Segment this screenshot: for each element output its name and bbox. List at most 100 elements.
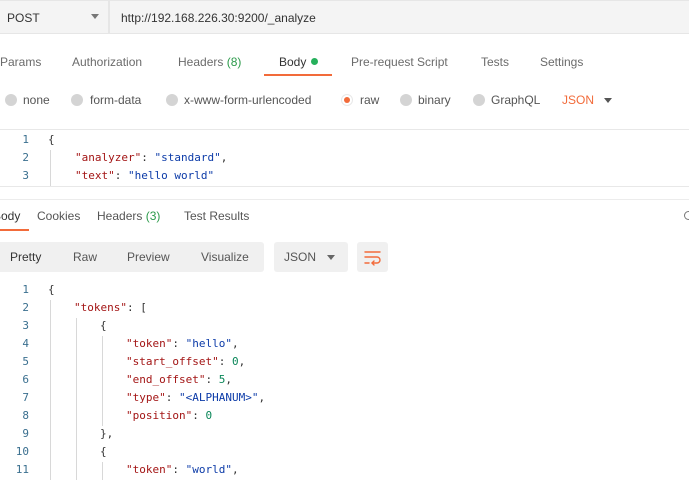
tab-response-body[interactable]: Body bbox=[0, 209, 20, 223]
radio-none[interactable] bbox=[5, 94, 17, 106]
line-number: 7 bbox=[22, 391, 29, 404]
code-text: { bbox=[48, 283, 55, 296]
tab-test-results[interactable]: Test Results bbox=[184, 209, 249, 223]
tab-headers[interactable]: Headers (8) bbox=[178, 55, 241, 69]
line-number: 8 bbox=[22, 409, 29, 422]
code-text: { bbox=[100, 319, 107, 332]
code-token: , bbox=[238, 355, 246, 368]
view-pretty[interactable]: Pretty bbox=[10, 250, 41, 264]
line-number: 3 bbox=[22, 169, 29, 182]
method-select[interactable]: POST bbox=[0, 0, 109, 34]
wrap-lines-icon bbox=[364, 251, 381, 266]
code-token: : bbox=[192, 409, 206, 422]
code-token: : bbox=[172, 337, 186, 350]
code-line: 2 "tokens": [ bbox=[0, 301, 689, 319]
code-text: "text": "hello world" bbox=[75, 169, 214, 182]
radio-label-x-www-form-urlencoded[interactable]: x-www-form-urlencoded bbox=[184, 93, 311, 107]
code-token: 0 bbox=[205, 409, 213, 422]
code-line: 3 "text": "hello world" bbox=[0, 169, 689, 186]
radio-x-www-form-urlencoded[interactable] bbox=[166, 94, 178, 106]
radio-label-none[interactable]: none bbox=[23, 93, 50, 107]
tab-label: Authorization bbox=[72, 55, 143, 69]
view-preview[interactable]: Preview bbox=[127, 250, 170, 264]
radio-label-form-data[interactable]: form-data bbox=[90, 93, 141, 107]
view-raw[interactable]: Raw bbox=[73, 250, 97, 264]
code-text: "tokens": [ bbox=[74, 301, 147, 314]
radio-label-binary[interactable]: binary bbox=[418, 93, 451, 107]
line-number: 5 bbox=[22, 355, 29, 368]
method-label: POST bbox=[7, 11, 40, 25]
code-text: "token": "hello", bbox=[126, 337, 239, 350]
indent-guide bbox=[102, 462, 103, 480]
line-number: 4 bbox=[22, 337, 29, 350]
response-view-toolbar: Pretty Raw Preview Visualize JSON bbox=[0, 242, 689, 272]
view-visualize[interactable]: Visualize bbox=[201, 250, 249, 264]
code-token: "world" bbox=[185, 463, 232, 476]
tab-response-cookies[interactable]: Cookies bbox=[37, 209, 80, 223]
response-body-viewer[interactable]: 1 {2 "tokens": [ 3 {4 "token": "hello", 5 "star… bbox=[0, 282, 689, 480]
tab-response-headers[interactable]: Headers (3) bbox=[97, 209, 160, 223]
code-line: 1{ bbox=[0, 133, 689, 151]
url-input[interactable]: http://192.168.226.30:9200/_analyze bbox=[109, 0, 689, 34]
tab-count: (8) bbox=[226, 55, 242, 69]
wrap-lines-button[interactable] bbox=[357, 242, 388, 272]
indent-guide bbox=[76, 318, 77, 480]
chevron-down-icon[interactable] bbox=[604, 98, 612, 103]
line-number: 1 bbox=[22, 283, 29, 296]
tab-settings[interactable]: Settings bbox=[540, 55, 583, 69]
response-format-label: JSON bbox=[284, 250, 317, 264]
code-token: 0 bbox=[231, 355, 239, 368]
line-number: 1 bbox=[22, 133, 29, 146]
url-value: http://192.168.226.30:9200/_analyze bbox=[121, 11, 316, 25]
response-format-select[interactable]: JSON bbox=[274, 242, 348, 272]
code-line: 9}, bbox=[0, 427, 689, 445]
response-tabs: Body Cookies Headers (3) Test Results bbox=[0, 199, 689, 231]
code-token: "<ALPHANUM>" bbox=[179, 391, 259, 404]
code-token: "token" bbox=[126, 337, 173, 350]
active-tab-indicator bbox=[0, 229, 29, 231]
radio-label-graphql[interactable]: GraphQL bbox=[491, 93, 540, 107]
tab-tests[interactable]: Tests bbox=[481, 55, 509, 69]
indent-guide bbox=[50, 300, 51, 480]
radio-form-data[interactable] bbox=[71, 94, 83, 106]
code-text: "type": "<ALPHANUM>", bbox=[126, 391, 265, 404]
code-line: 8 "position": 0 bbox=[0, 409, 689, 427]
code-token: { bbox=[100, 319, 107, 332]
code-line: 10 { bbox=[0, 445, 689, 463]
code-token: : bbox=[172, 463, 186, 476]
code-text: "token": "world", bbox=[126, 463, 239, 476]
code-token: "analyzer" bbox=[75, 151, 142, 164]
code-line: 4 "token": "hello", bbox=[0, 337, 689, 355]
radio-raw[interactable] bbox=[341, 94, 353, 106]
request-body-editor[interactable]: 1{2 "analyzer": "standard", 3 "text": "hell… bbox=[0, 129, 689, 187]
line-number: 2 bbox=[22, 301, 29, 314]
code-token: : [ bbox=[126, 301, 147, 314]
line-number: 10 bbox=[15, 445, 29, 458]
search-icon[interactable] bbox=[684, 211, 689, 220]
chevron-down-icon bbox=[91, 14, 99, 19]
body-format-select[interactable]: JSON bbox=[562, 93, 594, 107]
code-token: "position" bbox=[126, 409, 193, 422]
tab-pre-request-script[interactable]: Pre-request Script bbox=[351, 55, 448, 69]
modified-dot-icon bbox=[311, 58, 319, 65]
code-token: }, bbox=[100, 427, 114, 440]
code-token: "hello world" bbox=[128, 169, 215, 182]
tab-label: Params bbox=[0, 55, 42, 69]
code-token: : bbox=[114, 169, 128, 182]
code-token: "start_offset" bbox=[126, 355, 219, 368]
code-token: "hello" bbox=[185, 337, 232, 350]
radio-label-raw[interactable]: raw bbox=[360, 93, 379, 107]
code-token: , bbox=[258, 391, 266, 404]
code-token: , bbox=[220, 151, 228, 164]
tab-body[interactable]: Body bbox=[279, 55, 319, 69]
tab-label: Headers bbox=[97, 209, 143, 223]
tab-label: Headers bbox=[178, 55, 224, 69]
line-number: 3 bbox=[22, 319, 29, 332]
tab-params[interactable]: Params bbox=[0, 55, 41, 69]
view-mode-group: Pretty Raw Preview Visualize bbox=[0, 242, 264, 272]
radio-binary[interactable] bbox=[400, 94, 412, 106]
code-token: { bbox=[100, 445, 107, 458]
line-number: 6 bbox=[22, 373, 29, 386]
radio-graphql[interactable] bbox=[473, 94, 485, 106]
tab-authorization[interactable]: Authorization bbox=[72, 55, 142, 69]
